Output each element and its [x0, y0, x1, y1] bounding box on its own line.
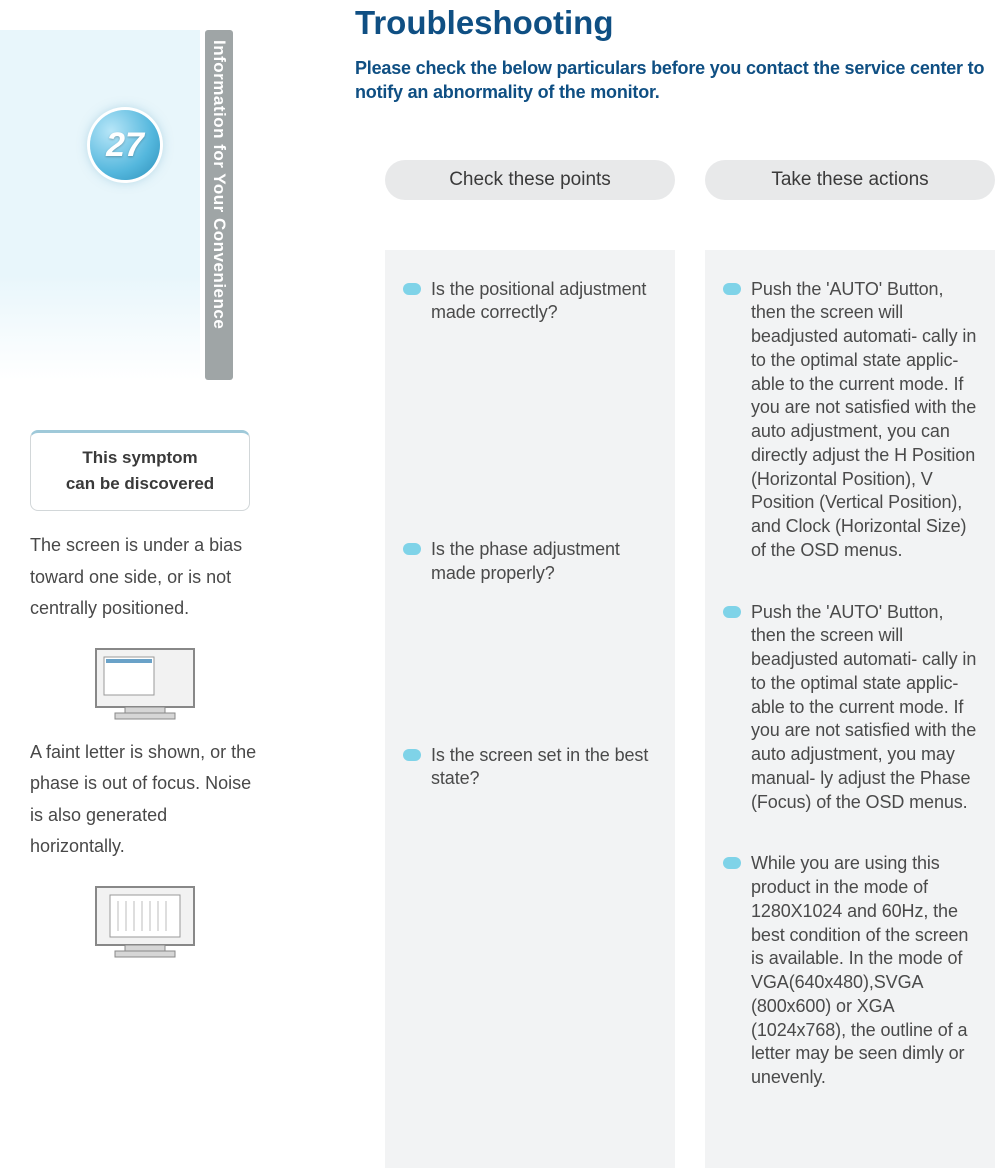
bullet-icon [403, 283, 421, 295]
page-number: 27 [106, 126, 144, 165]
column-headers: Check these points Take these actions [355, 160, 995, 200]
monitor-illustration-2 [30, 881, 260, 961]
action-item-1: Push the 'AUTO' Button, then the screen … [723, 278, 977, 563]
column-header-check: Check these points [385, 160, 675, 200]
section-tab: Information for Your Convenience [205, 30, 233, 380]
page-title: Troubleshooting [355, 0, 995, 42]
bullet-icon [403, 749, 421, 761]
check-item-2-text: Is the phase adjustment made properly? [431, 538, 657, 586]
check-item-3-text: Is the screen set in the best state? [431, 744, 657, 792]
sidebar-background [0, 30, 200, 380]
action-item-1-text: Push the 'AUTO' Button, then the screen … [751, 278, 977, 563]
symptom-heading-box: This symptom can be discovered [30, 430, 250, 511]
symptom-heading-line1: This symptom [41, 445, 239, 471]
column-header-action: Take these actions [705, 160, 995, 200]
section-tab-label: Information for Your Convenience [209, 30, 229, 329]
action-item-3-text: While you are using this product in the … [751, 852, 977, 1090]
check-item-3: Is the screen set in the best state? [403, 744, 657, 792]
symptom-heading-line2: can be discovered [41, 471, 239, 497]
bullet-icon [723, 606, 741, 618]
check-item-1: Is the positional adjustment made correc… [403, 278, 657, 326]
check-column: Is the positional adjustment made correc… [385, 250, 675, 1168]
check-item-2: Is the phase adjustment made properly? [403, 538, 657, 586]
action-column: Push the 'AUTO' Button, then the screen … [705, 250, 995, 1168]
bullet-icon [723, 857, 741, 869]
columns-body: Is the positional adjustment made correc… [355, 250, 995, 1168]
intro-text: Please check the below particulars befor… [355, 56, 995, 105]
main-content: Troubleshooting Please check the below p… [355, 0, 995, 1168]
symptom-1-text: The screen is under a bias toward one si… [30, 530, 260, 625]
action-item-2-text: Push the 'AUTO' Button, then the screen … [751, 601, 977, 815]
sidebar: Information for Your Convenience 27 This… [0, 0, 280, 948]
action-item-3: While you are using this product in the … [723, 852, 977, 1090]
bullet-icon [403, 543, 421, 555]
symptom-descriptions: The screen is under a bias toward one si… [30, 530, 260, 975]
check-item-1-text: Is the positional adjustment made correc… [431, 278, 657, 326]
page-number-badge: 27 [90, 110, 160, 180]
monitor-illustration-1 [30, 643, 260, 723]
action-item-2: Push the 'AUTO' Button, then the screen … [723, 601, 977, 815]
symptom-2-text: A faint letter is shown, or the phase is… [30, 737, 260, 863]
bullet-icon [723, 283, 741, 295]
